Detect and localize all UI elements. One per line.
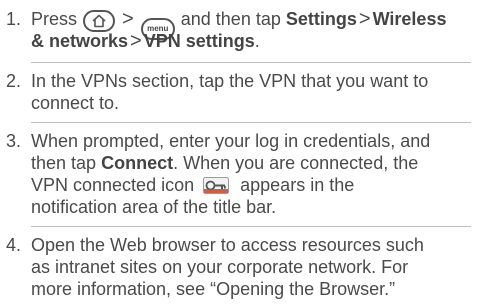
step-line: In the VPNs section, tap the VPN that yo… <box>31 71 429 91</box>
press-text: Press <box>31 9 78 29</box>
step-number: 4. <box>6 235 22 255</box>
step-line: Open the Web browser to access resources… <box>31 235 424 255</box>
then-tap-text: and then tap <box>180 9 281 29</box>
step-number: 3. <box>6 131 22 151</box>
step-text: When prompted, enter your log in credent… <box>31 130 483 218</box>
step-line: When prompted, enter your log in credent… <box>31 131 431 151</box>
instruction-document: 1. Press > menu and then tap Settings > Wi… <box>0 0 485 306</box>
step-line: VPN connected icon appears in the <box>31 174 483 196</box>
step-line: Press > menu and then tap Settings > Wirel… <box>31 8 483 40</box>
separator: > <box>122 8 134 30</box>
step-line: more information, see “Opening the Brows… <box>31 279 396 299</box>
step-text: Press > menu and then tap Settings > Wirel… <box>31 8 483 52</box>
vpn-settings-label: VPN settings <box>143 31 255 51</box>
divider <box>31 226 471 227</box>
separator: > <box>358 8 371 30</box>
wireless-label: Wireless <box>372 9 447 29</box>
step-line: & networks > VPN settings. <box>31 30 483 52</box>
step-text-fragment: appears in the <box>240 175 355 195</box>
step-text: Open the Web browser to access resources… <box>31 234 483 300</box>
step-number: 2. <box>6 71 22 91</box>
home-icon <box>83 10 116 32</box>
period: . <box>254 31 260 51</box>
divider <box>31 122 471 123</box>
step-line: then tap Connect. When you are connected… <box>31 152 483 174</box>
networks-label: & networks <box>31 31 129 51</box>
step-text: In the VPNs section, tap the VPN that yo… <box>31 70 483 114</box>
step-line: as intranet sites on your corporate netw… <box>31 257 409 277</box>
step-number: 1. <box>6 9 22 29</box>
divider <box>31 62 471 63</box>
separator: > <box>130 30 142 52</box>
step-text-fragment: . When you are connected, the <box>173 153 419 173</box>
vpn-connected-icon <box>203 177 230 194</box>
connect-label: Connect <box>101 153 174 173</box>
step-line: connect to. <box>31 93 120 113</box>
then-tap-text: then tap <box>31 153 97 173</box>
settings-label: Settings <box>285 9 357 29</box>
step-line: notification area of the title bar. <box>31 197 277 217</box>
step-text-fragment: VPN connected icon <box>31 175 195 195</box>
